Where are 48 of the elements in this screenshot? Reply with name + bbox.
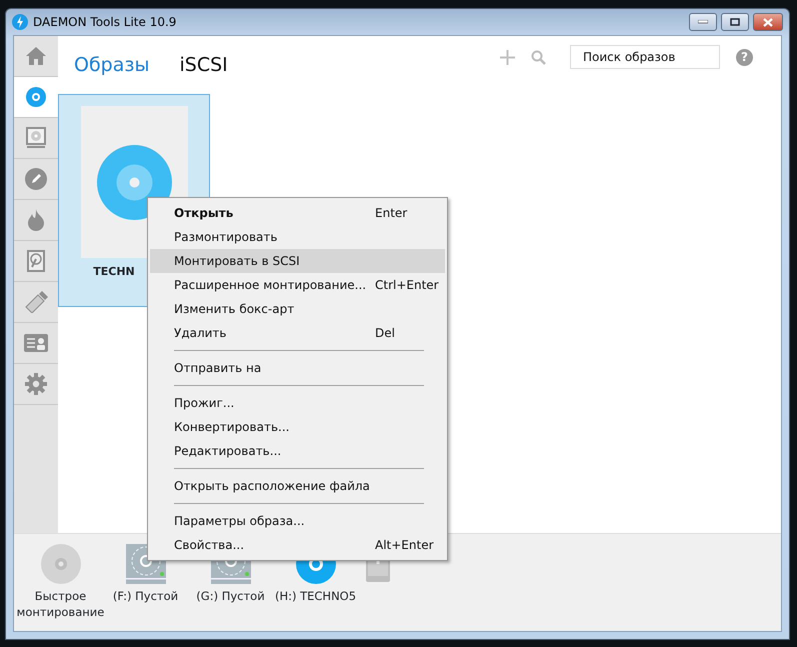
menu-item-label: Отправить на [174,360,262,377]
menu-item[interactable]: Монтировать в SCSI [150,249,445,273]
flame-icon [27,209,45,231]
contact-card-icon [24,334,48,352]
drive-label: Быстрое монтирование [16,589,106,620]
minimize-icon [698,20,708,24]
add-icon[interactable] [500,50,515,64]
menu-item-label: Редактировать... [174,443,282,460]
usb-stick-icon [24,291,48,313]
maximize-icon [730,18,740,26]
shortcut-text: Alt+Enter [375,537,435,554]
window-title: DAEMON Tools Lite 10.9 [33,14,176,31]
image-name: TECHN [93,264,135,280]
search-field[interactable]: Поиск образов [570,45,720,69]
maximize-button[interactable] [721,13,749,31]
close-icon [763,18,773,26]
disc-icon[interactable] [40,544,80,584]
menu-item-label: Свойства... [174,537,246,554]
disc-icon [26,87,46,107]
drive-label: (F:) Пустой [112,589,178,605]
lightning-logo-icon [12,14,28,30]
menu-item-label: Прожиг... [174,395,236,412]
shortcut-text: Enter [375,205,408,222]
menu-item[interactable]: Удалить Del [150,321,445,345]
menu-item[interactable]: Конвертировать... [150,415,445,439]
menu-item[interactable]: Свойства... Alt+Enter [150,533,445,557]
menu-item[interactable]: Отправить на [150,356,445,380]
drive-label: (G:) Пустой [196,589,265,605]
drive-icon [26,127,46,149]
menu-item[interactable]: Редактировать... [150,439,445,463]
minimize-button[interactable] [689,13,717,31]
house-icon [25,46,47,66]
gear-icon [25,373,47,395]
close-button[interactable] [753,13,783,31]
tab[interactable]: Образы [74,50,150,80]
drive-label: (H:) TECHNO5 [274,589,356,605]
menu-item-label: Параметры образа... [174,513,306,530]
tab[interactable]: iSCSI [179,50,228,80]
menu-item[interactable]: Прожиг... [150,391,445,415]
menu-item[interactable]: Открыть расположение файла [150,474,445,498]
sidebar-tab[interactable] [14,77,58,118]
menu-item[interactable]: Параметры образа... [150,509,445,533]
menu-item-label: Конвертировать... [174,419,290,436]
shortcut-text: Del [375,325,396,342]
menu-item-label: Удалить [174,325,228,342]
search-icon[interactable] [531,50,546,64]
menu-item-label: Открыть расположение файла [174,478,371,495]
pencil-icon [25,168,47,190]
